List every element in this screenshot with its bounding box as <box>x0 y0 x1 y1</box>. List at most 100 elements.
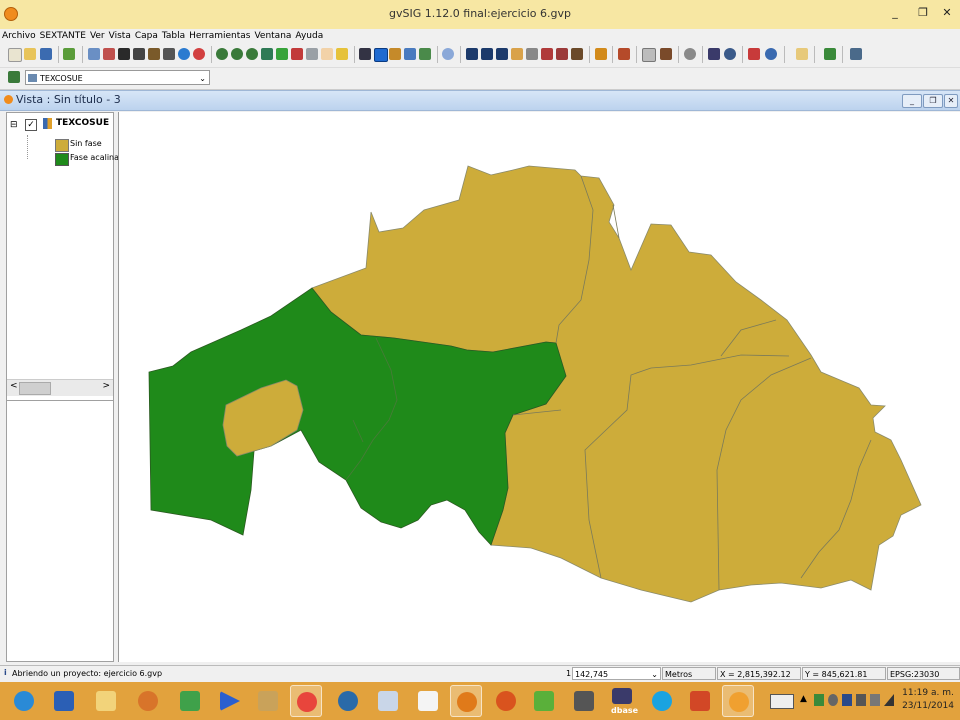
select-by-point-icon[interactable] <box>359 48 371 60</box>
keyboard-icon[interactable] <box>770 694 794 709</box>
map-icon[interactable] <box>336 48 348 60</box>
explorer-button[interactable] <box>90 685 122 717</box>
clock[interactable]: 11:19 a. m. 23/11/2014 <box>900 687 956 713</box>
field-calculator-icon[interactable] <box>660 48 672 60</box>
menu-archivo[interactable]: Archivo <box>0 29 38 43</box>
menu-herramientas[interactable]: Herramientas <box>187 29 252 43</box>
zoom-select-icon[interactable] <box>291 48 303 60</box>
zoom-all-icon[interactable] <box>246 48 258 60</box>
measure-distance-icon[interactable] <box>389 48 401 60</box>
info-tool-icon[interactable] <box>374 48 388 62</box>
zoom-in-icon[interactable] <box>216 48 228 60</box>
open-folder-icon[interactable] <box>24 48 36 60</box>
menu-sextante[interactable]: SEXTANTE <box>38 29 88 43</box>
menu-ventana[interactable]: Ventana <box>252 29 293 43</box>
edit-tool-icon[interactable] <box>796 48 808 60</box>
menu-ayuda[interactable]: Ayuda <box>293 29 325 43</box>
microphone-button[interactable] <box>568 685 600 717</box>
minimize-button[interactable]: _ <box>884 4 906 22</box>
view-restore-button[interactable]: ❐ <box>923 94 943 108</box>
print-icon[interactable] <box>748 48 760 60</box>
scroll-thumb[interactable] <box>19 382 51 395</box>
qgis-button[interactable] <box>528 685 560 717</box>
measure-area-icon[interactable] <box>404 48 416 60</box>
battery-icon[interactable] <box>870 694 880 706</box>
save-icon[interactable] <box>40 48 52 60</box>
toc-horizontal-scrollbar[interactable]: < > <box>7 379 113 396</box>
layer-dropdown[interactable]: TEXCOSUE ⌄ <box>25 70 210 85</box>
scale-combobox[interactable]: 142,745 ⌄ <box>572 667 661 680</box>
find-icon[interactable] <box>708 48 720 60</box>
bluetooth-icon[interactable] <box>842 694 852 706</box>
menu-ver[interactable]: Ver <box>88 29 107 43</box>
zoom-previous-icon[interactable] <box>276 48 288 60</box>
skype-button[interactable] <box>646 685 678 717</box>
new-icon[interactable] <box>8 48 22 62</box>
scroll-left-arrow[interactable]: < <box>10 381 18 391</box>
layer-name[interactable]: TEXCOSUE <box>56 118 109 128</box>
restore-button[interactable]: ❐ <box>912 4 934 22</box>
tray-arrow-icon[interactable]: ▲ <box>800 694 807 704</box>
menu-capa[interactable]: Capa <box>133 29 160 43</box>
stop-icon[interactable] <box>193 48 205 60</box>
menu-vista[interactable]: Vista <box>107 29 133 43</box>
statistics-icon[interactable] <box>642 48 656 62</box>
ie-button[interactable] <box>8 685 40 717</box>
view-close-button[interactable]: ✕ <box>944 94 958 108</box>
back-icon[interactable] <box>306 48 318 60</box>
zoom-layer-icon[interactable] <box>261 48 273 60</box>
layer-edit-icon[interactable] <box>8 71 20 83</box>
tray-power-icon[interactable] <box>828 694 838 706</box>
network-icon[interactable] <box>856 694 866 706</box>
link-icon[interactable] <box>684 48 696 60</box>
tray-app-icon[interactable] <box>814 694 824 706</box>
select-circle-icon[interactable] <box>526 48 538 60</box>
table-tools-icon[interactable] <box>618 48 630 60</box>
add-layer-icon[interactable] <box>88 48 100 60</box>
chevron-down-icon[interactable]: ⌄ <box>651 668 658 681</box>
notepad-button[interactable] <box>412 685 444 717</box>
scroll-right-arrow[interactable]: > <box>102 381 110 391</box>
word-doc-button[interactable] <box>174 685 206 717</box>
package-button[interactable] <box>252 685 284 717</box>
gvsig-button[interactable] <box>450 685 482 717</box>
gvsig-task-button[interactable] <box>722 685 754 717</box>
edit-icon[interactable] <box>133 48 145 60</box>
clear-selection-icon[interactable] <box>571 48 583 60</box>
select-polygon-icon[interactable] <box>496 48 508 60</box>
pencil-icon[interactable] <box>148 48 160 60</box>
exit-icon[interactable] <box>850 48 862 60</box>
locator-icon[interactable] <box>163 48 175 60</box>
info-circle-icon[interactable] <box>178 48 190 60</box>
invert-selection-icon[interactable] <box>556 48 568 60</box>
word-button[interactable] <box>48 685 80 717</box>
signal-icon[interactable] <box>884 694 894 706</box>
locate-icon[interactable] <box>724 48 736 60</box>
layer-visibility-checkbox[interactable]: ✓ <box>25 119 37 131</box>
select-polyline-icon[interactable] <box>511 48 523 60</box>
calculator-button[interactable] <box>372 685 404 717</box>
layer-properties-icon[interactable] <box>118 48 130 60</box>
collapse-icon[interactable]: ⊟ <box>10 120 18 130</box>
filter-icon[interactable] <box>595 48 607 60</box>
remove-layer-icon[interactable] <box>103 48 115 60</box>
hyperlink-icon[interactable] <box>419 48 431 60</box>
firefox-button[interactable] <box>490 685 522 717</box>
sextante-icon[interactable] <box>63 48 75 60</box>
view-minimize-button[interactable]: _ <box>902 94 922 108</box>
chrome-button[interactable] <box>290 685 322 717</box>
select-arrow-icon[interactable] <box>466 48 478 60</box>
chevron-down-icon[interactable]: ⌄ <box>199 71 206 86</box>
export-icon[interactable] <box>824 48 836 60</box>
zoom-out-icon[interactable] <box>231 48 243 60</box>
dbase-button[interactable]: dbase <box>606 685 638 717</box>
select-by-layer-icon[interactable] <box>541 48 553 60</box>
search-icon[interactable] <box>765 48 777 60</box>
close-button[interactable]: ✕ <box>934 4 960 22</box>
media-player-button[interactable] <box>214 685 246 717</box>
search-app-button[interactable] <box>332 685 364 717</box>
menu-tabla[interactable]: Tabla <box>160 29 187 43</box>
pan-hand-icon[interactable] <box>321 48 333 60</box>
refresh-icon[interactable] <box>442 48 454 60</box>
app-button-1[interactable] <box>132 685 164 717</box>
